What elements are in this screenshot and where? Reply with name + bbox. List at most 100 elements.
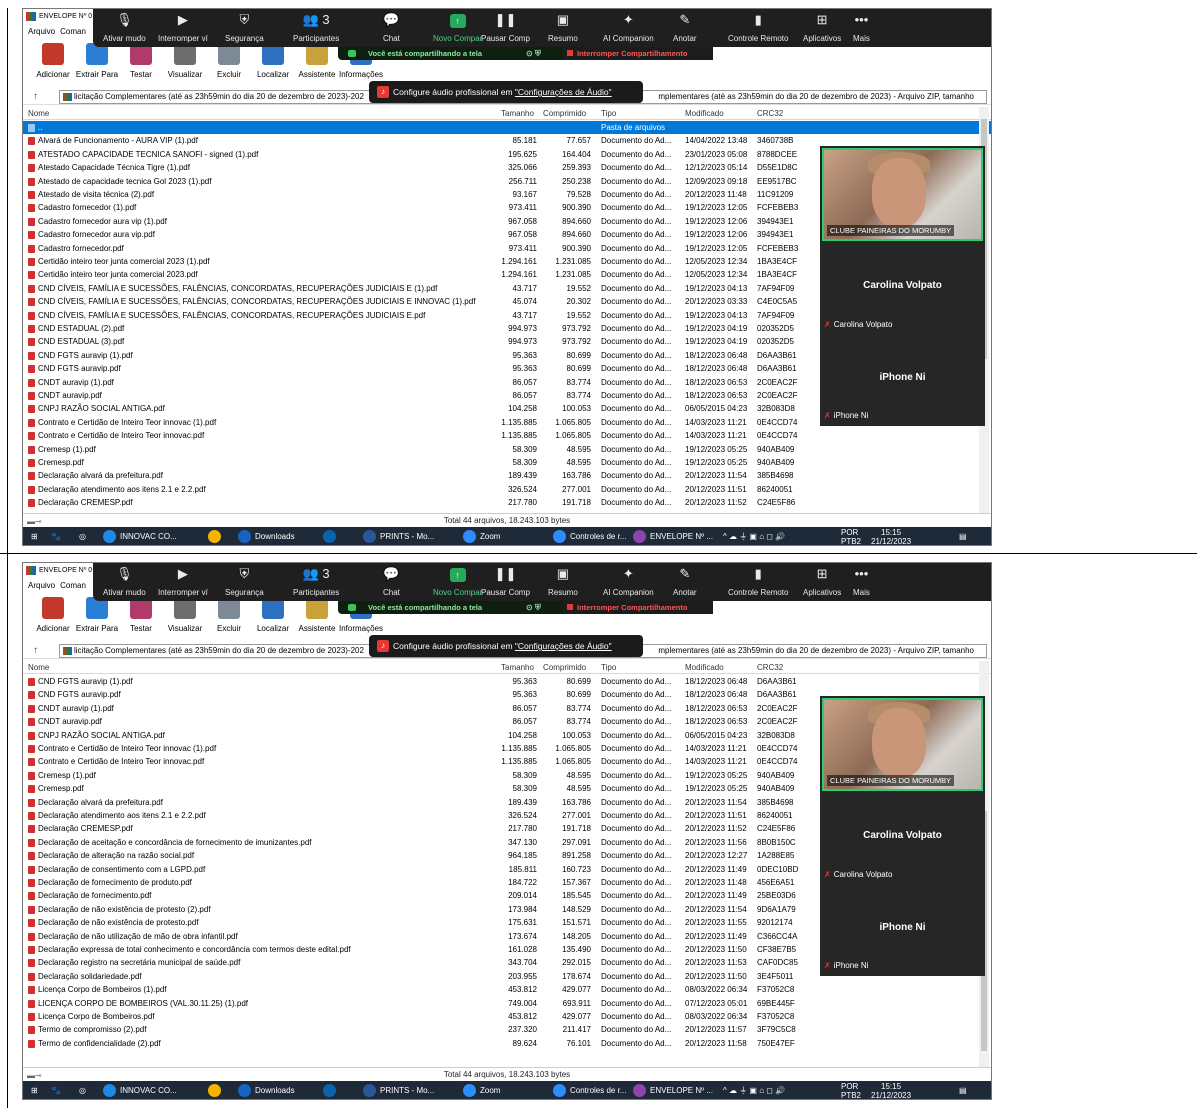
participant-video[interactable]: CLUBE PAINEIRAS DO MORUMBY	[822, 698, 983, 791]
table-row[interactable]: Licença Corpo de Bombeiros (1).pdf 453.81…	[23, 983, 991, 996]
table-row[interactable]: Termo de compromisso (2).pdf 237.320 211.4…	[23, 1023, 991, 1036]
column-tamanho[interactable]: Tamanho	[501, 107, 534, 120]
video-button[interactable]: ▶ Interromper ví	[158, 565, 208, 597]
visualizarbutton[interactable]: Visualizar	[163, 43, 207, 83]
apps-button[interactable]: ⊞ Aplicativos	[803, 11, 841, 43]
visualizarbutton[interactable]: Visualizar	[163, 597, 207, 637]
video-button[interactable]: ▶ Interromper ví	[158, 11, 208, 43]
apps-button[interactable]: ⊞ Aplicativos	[803, 565, 841, 597]
stop-share-button[interactable]: Interromper Compartilhamento	[563, 601, 713, 614]
column-nome[interactable]: Nome	[28, 661, 49, 674]
extrair-parabutton[interactable]: Extrair Para	[75, 597, 119, 637]
taskbar-edge[interactable]: INNOVAC CO...	[103, 1081, 177, 1099]
column-comprimido[interactable]: Comprimido	[543, 661, 586, 674]
column-modificado[interactable]: Modificado	[685, 107, 724, 120]
notification-icon[interactable]: ▤	[959, 527, 967, 545]
adicionarbutton[interactable]: Adicionar	[31, 597, 75, 637]
chat-button[interactable]: 💬 Chat	[383, 565, 400, 597]
clock[interactable]: 15:15 21/12/2023	[871, 528, 911, 545]
search-icon[interactable]: 🐾	[51, 1081, 61, 1099]
table-row[interactable]: Termo de confidencialidade (2).pdf 89.624…	[23, 1037, 991, 1050]
taskbar-downloads[interactable]: Downloads	[238, 1081, 295, 1099]
menu-item[interactable]: Arquivo	[28, 27, 55, 36]
ai-companion-button[interactable]: ✦ AI Companion	[603, 11, 654, 43]
menu-item[interactable]: Coman	[60, 581, 86, 590]
column-crc32[interactable]: CRC32	[757, 661, 783, 674]
language-indicator[interactable]: POR PTB2	[841, 528, 861, 545]
ai-companion-button[interactable]: ✦ AI Companion	[603, 565, 654, 597]
more-button[interactable]: ••• Mais	[853, 11, 870, 43]
annotate-button[interactable]: ✎ Anotar	[673, 11, 697, 43]
taskbar-winrar[interactable]: ENVELOPE Nº ...	[633, 1081, 713, 1099]
whatsapp-icon[interactable]: ◎	[79, 1081, 86, 1099]
start-button[interactable]: ⊞	[31, 1081, 38, 1099]
extrair-parabutton[interactable]: Extrair Para	[75, 43, 119, 83]
taskbar-word[interactable]: PRINTS - Mo...	[363, 527, 434, 545]
excluirbutton[interactable]: Excluir	[207, 597, 251, 637]
table-row[interactable]: Licença Corpo de Bombeiros.pdf 453.812 429…	[23, 1010, 991, 1023]
up-arrow-icon[interactable]: ↑	[33, 645, 38, 656]
whatsapp-icon[interactable]: ◎	[79, 527, 86, 545]
mic-button[interactable]: 🎙 Ativar mudo	[103, 565, 146, 597]
taskbar-zoom[interactable]: Zoom	[463, 1081, 500, 1099]
pause-button[interactable]: ❚❚ Pausar Comp	[481, 565, 530, 597]
table-row[interactable]: Declaração atendimento aos itens 2.1 e 2…	[23, 483, 991, 496]
taskbar-word[interactable]: PRINTS - Mo...	[363, 1081, 434, 1099]
taskbar-chrome[interactable]	[208, 527, 225, 545]
search-icon[interactable]: 🐾	[51, 527, 61, 545]
localizarbutton[interactable]: Localizar	[251, 597, 295, 637]
shield-button[interactable]: ⛨ Segurança	[225, 11, 264, 43]
parent-folder-row[interactable]: .. Pasta de arquivos	[23, 121, 991, 135]
localizarbutton[interactable]: Localizar	[251, 43, 295, 83]
column-tamanho[interactable]: Tamanho	[501, 661, 534, 674]
adicionarbutton[interactable]: Adicionar	[31, 43, 75, 83]
menu-item[interactable]: Coman	[60, 27, 86, 36]
taskbar-zoom[interactable]: Zoom	[463, 527, 500, 545]
share-screen-button[interactable]: ↑ Novo Compar	[433, 565, 482, 597]
taskbar-downloads[interactable]: Downloads	[238, 527, 295, 545]
table-row[interactable]: Declaração alvará da prefeitura.pdf 189.4…	[23, 469, 991, 482]
remote-control-button[interactable]: ▮ Controle Remoto	[728, 11, 788, 43]
table-row[interactable]: Contrato e Certidão de Inteiro Teor inno…	[23, 429, 991, 442]
chat-button[interactable]: 💬 Chat	[383, 11, 400, 43]
summary-button[interactable]: ▣ Resumo	[548, 11, 578, 43]
more-button[interactable]: ••• Mais	[853, 565, 870, 597]
assistentebutton[interactable]: Assistente	[295, 597, 339, 637]
table-row[interactable]: LICENÇA CORPO DE BOMBEIROS (VAL.30.11.25…	[23, 997, 991, 1010]
participants-button[interactable]: 👥 3 Participantes	[293, 565, 339, 597]
assistentebutton[interactable]: Assistente	[295, 43, 339, 83]
table-row[interactable]: Declaração CREMESP.pdf 217.780 191.718 Docu…	[23, 496, 991, 509]
table-row[interactable]: CND FGTS auravip (1).pdf 95.363 80.699 Docu…	[23, 675, 991, 688]
participants-button[interactable]: 👥 3 Participantes	[293, 11, 339, 43]
start-button[interactable]: ⊞	[31, 527, 38, 545]
column-nome[interactable]: Nome	[28, 107, 49, 120]
excluirbutton[interactable]: Excluir	[207, 43, 251, 83]
testarbutton[interactable]: Testar	[119, 597, 163, 637]
testarbutton[interactable]: Testar	[119, 43, 163, 83]
mic-button[interactable]: 🎙 Ativar mudo	[103, 11, 146, 43]
taskbar-chrome[interactable]	[208, 1081, 225, 1099]
column-modificado[interactable]: Modificado	[685, 661, 724, 674]
annotate-button[interactable]: ✎ Anotar	[673, 565, 697, 597]
taskbar-outlook[interactable]	[323, 527, 340, 545]
participant-video[interactable]: CLUBE PAINEIRAS DO MORUMBY	[822, 148, 983, 241]
column-tipo[interactable]: Tipo	[601, 107, 616, 120]
taskbar-zoom-remote[interactable]: Controles de r...	[553, 1081, 626, 1099]
column-tipo[interactable]: Tipo	[601, 661, 616, 674]
table-row[interactable]: Cremesp (1).pdf 58.309 48.595 Documento do …	[23, 443, 991, 456]
audio-settings-link[interactable]: "Configurações de Áudio"	[515, 641, 612, 651]
stop-share-button[interactable]: Interromper Compartilhamento	[563, 47, 713, 60]
taskbar-zoom-remote[interactable]: Controles de r...	[553, 527, 626, 545]
column-comprimido[interactable]: Comprimido	[543, 107, 586, 120]
taskbar-edge[interactable]: INNOVAC CO...	[103, 527, 177, 545]
taskbar-outlook[interactable]	[323, 1081, 340, 1099]
notification-icon[interactable]: ▤	[959, 1081, 967, 1099]
up-arrow-icon[interactable]: ↑	[33, 91, 38, 102]
menu-item[interactable]: Arquivo	[28, 581, 55, 590]
remote-control-button[interactable]: ▮ Controle Remoto	[728, 565, 788, 597]
table-row[interactable]: Cremesp.pdf 58.309 48.595 Documento do Ad..…	[23, 456, 991, 469]
shield-button[interactable]: ⛨ Segurança	[225, 565, 264, 597]
column-crc32[interactable]: CRC32	[757, 107, 783, 120]
language-indicator[interactable]: POR PTB2	[841, 1082, 861, 1099]
clock[interactable]: 15:15 21/12/2023	[871, 1082, 911, 1099]
